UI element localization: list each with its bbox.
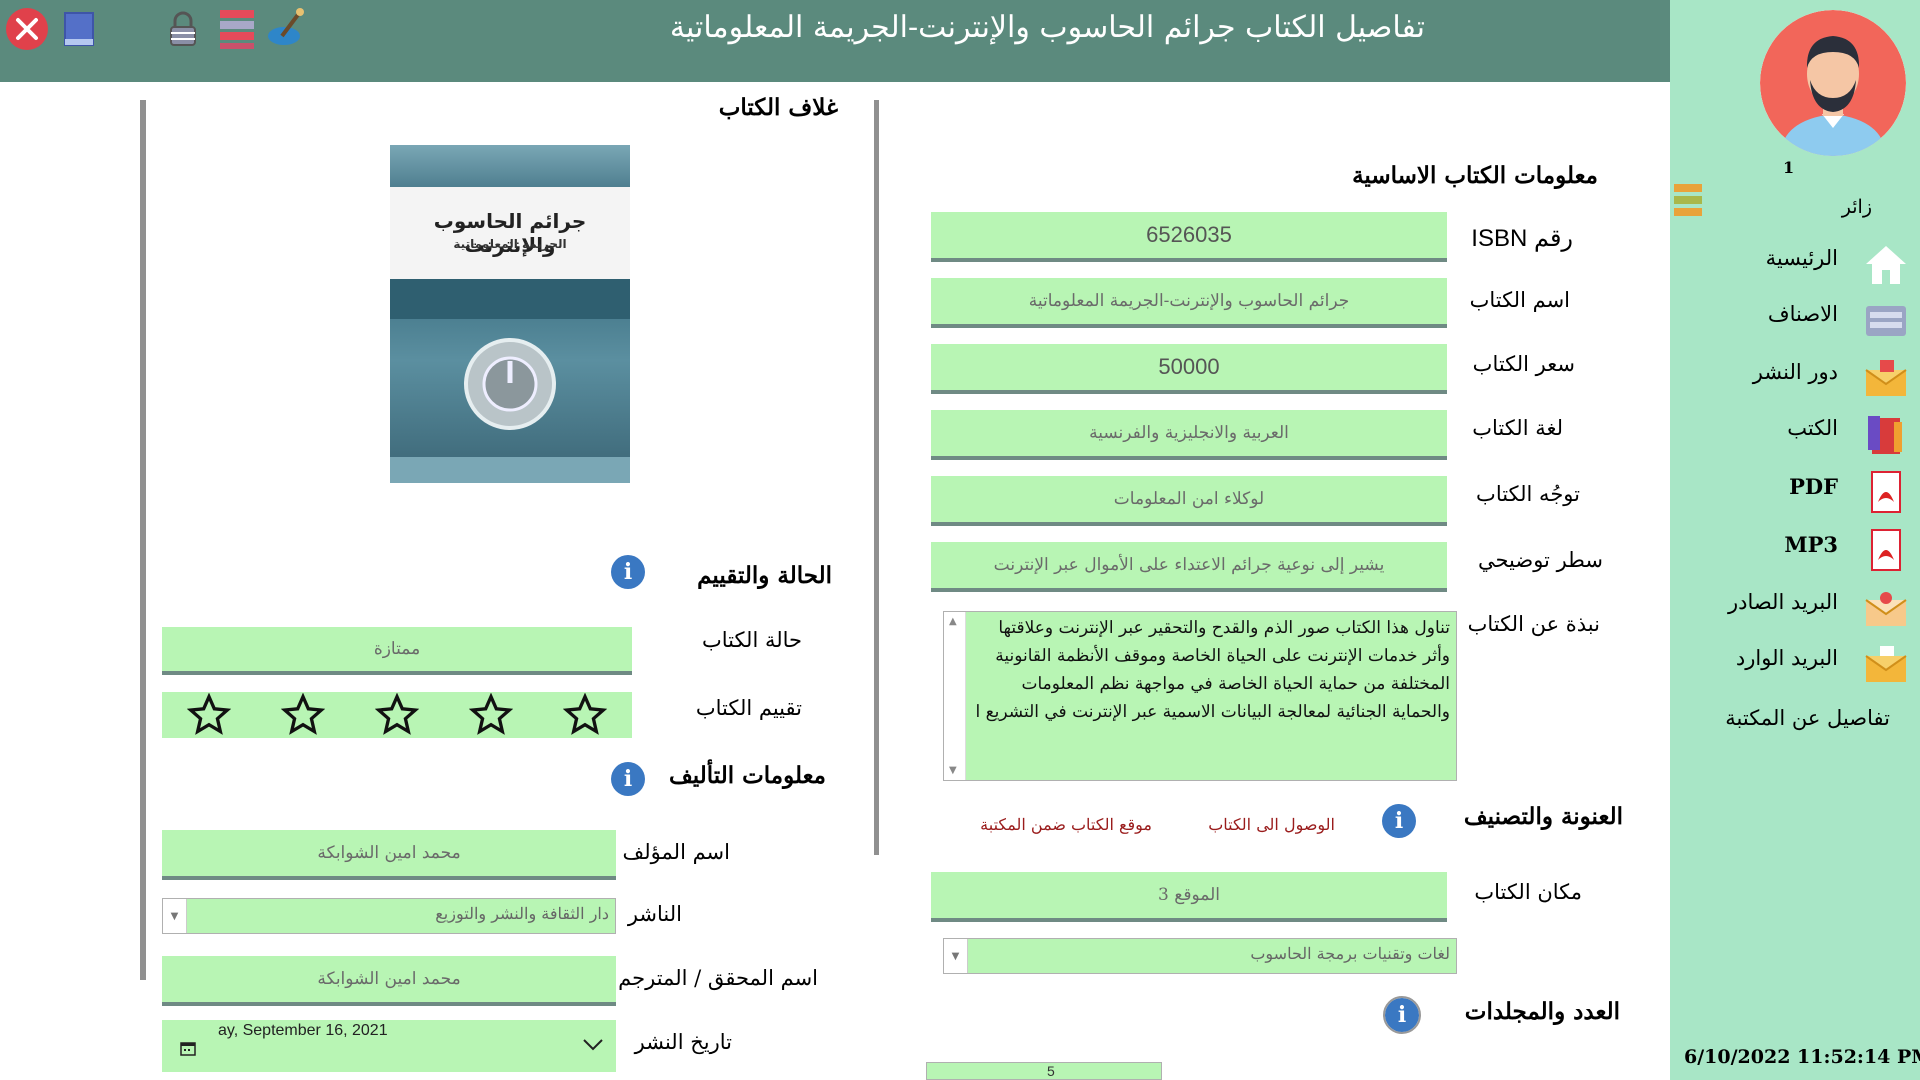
scroll-down-icon[interactable]: ▼ <box>949 765 957 776</box>
audience-label: توجُه الكتاب <box>1476 482 1580 506</box>
counts-info-icon[interactable]: i <box>1383 996 1421 1034</box>
author-label: اسم المؤلف <box>622 840 730 864</box>
price-field[interactable]: 50000 <box>931 344 1447 394</box>
language-field[interactable]: العربية والانجليزية والفرنسية <box>931 410 1447 460</box>
about-textarea[interactable]: ▲ ▼ تناول هذا الكتاب صور الذم والقدح وال… <box>943 611 1457 781</box>
language-label: لغة الكتاب <box>1472 416 1563 440</box>
scroll-up-icon[interactable]: ▲ <box>949 616 957 627</box>
mail-icon <box>1865 360 1907 396</box>
user-count: 1 <box>1783 158 1795 177</box>
isbn-field[interactable]: 6526035 <box>931 212 1447 262</box>
state-field[interactable]: ممتازة <box>162 627 632 675</box>
cover-heading: غلاف الكتاب <box>718 94 838 121</box>
authoring-info-icon[interactable]: i <box>611 762 645 796</box>
pdf-icon <box>1871 471 1901 513</box>
basic-info-heading: معلومات الكتاب الاساسية <box>1352 162 1598 189</box>
place-field[interactable]: الموقع 3 <box>931 872 1447 922</box>
drawer-icon <box>1866 306 1906 336</box>
category-select[interactable]: لغات وتقنيات برمجة الحاسوب ▼ <box>943 938 1457 974</box>
sidebar-item-pdf[interactable]: PDF <box>1670 468 1920 518</box>
close-icon[interactable] <box>4 6 50 52</box>
date-label: تاريخ النشر <box>634 1030 732 1054</box>
date-picker[interactable]: ay, September 16, 2021 <box>162 1020 616 1072</box>
audience-field[interactable]: لوكلاء امن المعلومات <box>931 476 1447 526</box>
star-icon[interactable] <box>469 693 513 737</box>
sidebar-item-inbox[interactable]: البريد الوارد <box>1670 640 1920 690</box>
sidebar-item-outbox[interactable]: البريد الصادر <box>1670 584 1920 634</box>
outbox-icon <box>1865 592 1907 626</box>
user-role: زائر <box>1841 196 1872 218</box>
left-scrollbar[interactable] <box>140 100 146 980</box>
star-icon[interactable] <box>187 693 231 737</box>
editor-label: اسم المحقق / المترجم <box>618 966 818 990</box>
lock-icon[interactable] <box>160 6 206 52</box>
list-icon[interactable] <box>214 6 260 52</box>
tagline-label: سطر توضيحي <box>1477 548 1603 572</box>
name-label: اسم الكتاب <box>1469 288 1570 312</box>
publisher-label: الناشر <box>627 902 682 926</box>
middle-scrollbar[interactable] <box>874 100 879 855</box>
status-heading: الحالة والتقييم <box>697 562 832 589</box>
authoring-heading: معلومات التأليف <box>668 762 826 789</box>
tagline-field[interactable]: يشير إلى نوعية جرائم الاعتداء على الأموا… <box>931 542 1447 592</box>
editor-field[interactable]: محمد امين الشوابكة <box>162 956 616 1006</box>
star-icon[interactable] <box>281 693 325 737</box>
minimize-icon[interactable] <box>56 6 102 52</box>
price-label: سعر الكتاب <box>1472 352 1575 376</box>
sidebar-item-mp3[interactable]: MP3 <box>1670 526 1920 576</box>
book-location-link[interactable]: موقع الكتاب ضمن المكتبة <box>980 815 1152 834</box>
calendar-icon[interactable] <box>180 1040 196 1056</box>
datetime: 6/10/2022 11:52:14 PM <box>1684 1046 1920 1068</box>
window-title: تفاصيل الكتاب جرائم الحاسوب والإنترنت-ال… <box>669 10 1425 45</box>
books-icon <box>1868 416 1902 454</box>
author-field[interactable]: محمد امين الشوابكة <box>162 830 616 880</box>
cover-subtitle: الجريمة المعلوماتية <box>453 237 567 251</box>
publisher-select[interactable]: دار الثقافة والنشر والتوزيع ▼ <box>162 898 616 934</box>
home-icon <box>1866 246 1906 284</box>
book-cover-image: جرائم الحاسوب والإنترنت الجريمة المعلوما… <box>390 145 630 483</box>
rating-stars[interactable] <box>162 692 632 738</box>
inbox-icon <box>1865 646 1907 682</box>
isbn-label: رقم ISBN <box>1471 225 1573 252</box>
sidebar-item-publishers[interactable]: دور النشر <box>1670 354 1920 404</box>
sidebar-item-home[interactable]: الرئيسية <box>1670 240 1920 290</box>
counts-heading: العدد والمجلدات <box>1464 998 1620 1025</box>
chevron-down-icon[interactable] <box>582 1038 604 1052</box>
mp3-icon <box>1871 529 1901 571</box>
rating-label: تقييم الكتاب <box>695 696 802 720</box>
stack-icon <box>1670 182 1810 222</box>
title-bar: تفاصيل الكتاب جرائم الحاسوب والإنترنت-ال… <box>0 0 1720 82</box>
chevron-down-icon[interactable]: ▼ <box>944 939 968 973</box>
sidebar-item-books[interactable]: الكتب <box>1670 410 1920 460</box>
status-info-icon[interactable]: i <box>611 555 645 589</box>
star-icon[interactable] <box>563 693 607 737</box>
sidebar-item-library-details[interactable]: تفاصيل عن المكتبة <box>1670 700 1920 750</box>
about-label: نبذة عن الكتاب <box>1467 612 1600 636</box>
chevron-down-icon[interactable]: ▼ <box>163 899 187 933</box>
access-book-link[interactable]: الوصول الى الكتاب <box>1208 815 1335 834</box>
addressing-info-icon[interactable]: i <box>1382 804 1416 838</box>
name-field[interactable]: جرائم الحاسوب والإنترنت-الجريمة المعلوما… <box>931 278 1447 328</box>
sidebar-item-categories[interactable]: الاصناف <box>1670 296 1920 346</box>
avatar[interactable] <box>1760 10 1906 156</box>
star-icon[interactable] <box>375 693 419 737</box>
about-scrollbar[interactable]: ▲ ▼ <box>944 612 966 780</box>
addressing-heading: العنونة والتصنيف <box>1463 803 1623 830</box>
place-label: مكان الكتاب <box>1474 880 1582 904</box>
state-label: حالة الكتاب <box>701 628 802 652</box>
volumes-stepper[interactable]: 5 <box>926 1062 1162 1080</box>
paint-icon[interactable] <box>264 6 310 52</box>
